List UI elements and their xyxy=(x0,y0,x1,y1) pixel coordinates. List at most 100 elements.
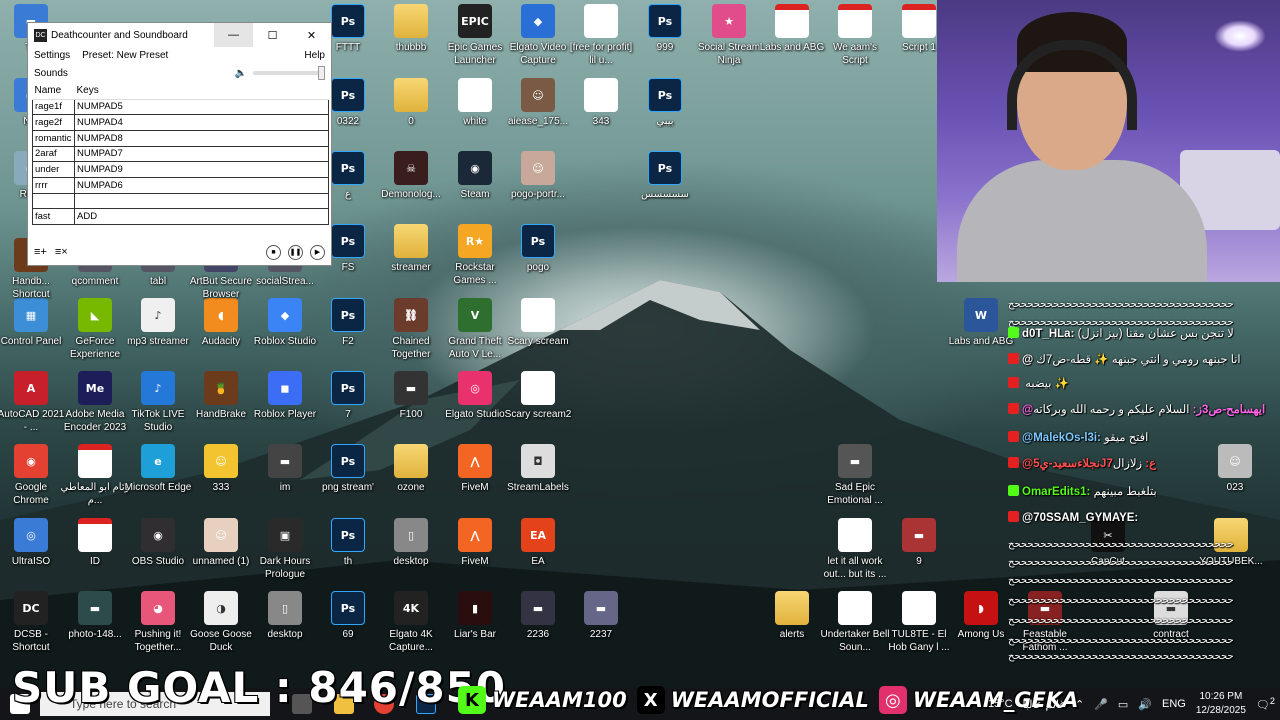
speaker-icon[interactable]: 🔈 xyxy=(235,68,247,79)
desktop-icon[interactable]: ▬ im xyxy=(250,444,320,494)
desktop-icon[interactable]: ◘ StreamLabels xyxy=(503,444,573,494)
weather-temp[interactable]: 15°C xyxy=(983,698,1018,710)
desktop-icon[interactable]: ⋀ FiveM xyxy=(440,518,510,568)
desktop-icon[interactable]: Ps F2 xyxy=(313,298,383,348)
network-icon[interactable]: ▭ xyxy=(1113,698,1133,711)
desktop-icon[interactable]: white xyxy=(440,78,510,128)
add-sound-icon[interactable]: ≡+ xyxy=(34,246,47,258)
language-indicator[interactable]: ENG xyxy=(1157,698,1191,710)
desktop-icon[interactable]: alerts xyxy=(757,591,827,641)
desktop-icon[interactable]: ▯ desktop xyxy=(376,518,446,568)
maximize-button[interactable]: ☐ xyxy=(253,23,292,47)
desktop-icon[interactable]: e Microsoft Edge xyxy=(123,444,193,494)
desktop-icon[interactable]: ⋀ FiveM xyxy=(440,444,510,494)
sound-row[interactable]: under NUMPAD9 xyxy=(32,161,329,178)
desktop-icon[interactable]: ▬ Sad Epic Emotional ... xyxy=(820,444,890,507)
menu-preset[interactable]: Preset: New Preset xyxy=(82,50,168,61)
desktop-icon[interactable]: PDF وئام ابو المعاطي م... xyxy=(60,444,130,507)
desktop-icon[interactable]: ▣ Dark Hours Prologue xyxy=(250,518,320,581)
desktop-icon[interactable]: ▮ Liar's Bar xyxy=(440,591,510,641)
play-icon[interactable]: ▶ xyxy=(310,244,325,260)
menu-help[interactable]: Help xyxy=(304,50,325,61)
sound-row[interactable]: rrrr NUMPAD6 xyxy=(32,176,329,194)
desktop-icon[interactable]: ▶ TUL8TE - El Hob Gany l ... xyxy=(884,591,954,654)
desktop-icon[interactable]: R★ Rockstar Games ... xyxy=(440,224,510,287)
pause-icon[interactable]: ❚❚ xyxy=(288,244,303,260)
desktop-icon[interactable]: ▬ 2236 xyxy=(503,591,573,641)
desktop-icon[interactable]: W Labs and ABG xyxy=(946,298,1016,348)
desktop-icon[interactable]: Ps 999 xyxy=(630,4,700,54)
deathcounter-soundboard-window[interactable]: DC Deathcounter and Soundboard — ☐ ✕ Set… xyxy=(27,22,332,266)
column-header-name[interactable]: Name xyxy=(32,83,75,100)
desktop-icon[interactable]: ◎ UltraISO xyxy=(0,518,66,568)
desktop-icon[interactable]: 🍍 HandBrake xyxy=(186,371,256,421)
tray-chevron-icon[interactable]: ⌃ xyxy=(1070,698,1089,711)
desktop-icon[interactable]: ▬ 9 xyxy=(884,518,954,568)
desktop-icon[interactable]: 0 xyxy=(376,78,446,128)
desktop-icon[interactable]: ☺ 333 xyxy=(186,444,256,494)
desktop-icon[interactable]: DC DCSB - Shortcut xyxy=(0,591,66,654)
mic-icon[interactable]: 🎤 xyxy=(1089,698,1113,711)
desktop-icon[interactable]: 4K Elgato 4K Capture... xyxy=(376,591,446,654)
desktop-icon[interactable]: ▦ Control Panel xyxy=(0,298,66,348)
desktop-icon[interactable]: ♪ TikTok LIVE Studio xyxy=(123,371,193,434)
desktop-icon[interactable]: ▶ 343 xyxy=(566,78,636,128)
volume-icon[interactable]: 🔊 xyxy=(1133,698,1157,711)
desktop-icon[interactable]: ◉ OBS Studio xyxy=(123,518,193,568)
desktop-icon[interactable]: EA EA xyxy=(503,518,573,568)
window-titlebar[interactable]: DC Deathcounter and Soundboard — ☐ ✕ xyxy=(28,23,331,47)
clock[interactable]: 10:26 PM 12/28/2025 xyxy=(1191,690,1251,718)
desktop-icon[interactable]: ▶ Undertaker Bell Soun... xyxy=(820,591,890,654)
desktop-icon[interactable]: EPIC Epic Games Launcher xyxy=(440,4,510,67)
desktop-icon[interactable]: ◣ GeForce Experience xyxy=(60,298,130,361)
desktop-icon[interactable]: Ps 7 xyxy=(313,371,383,421)
desktop-icon[interactable]: ◉ Steam xyxy=(440,151,510,201)
desktop-icon[interactable]: ▶ Scary scream2 xyxy=(503,371,573,421)
desktop-icon[interactable]: PDF We aam's Script xyxy=(820,4,890,67)
desktop-icon[interactable]: ☠ Demonolog... xyxy=(376,151,446,201)
desktop-icon[interactable]: ozone xyxy=(376,444,446,494)
desktop-icon[interactable]: Ps th xyxy=(313,518,383,568)
volume-slider[interactable] xyxy=(253,66,325,80)
notifications-icon[interactable]: 🗨2 xyxy=(1251,696,1280,712)
weather-desc[interactable]: غائم عالبًا xyxy=(1018,698,1070,711)
desktop-icon[interactable]: ▬ 2237 xyxy=(566,591,636,641)
desktop-icon[interactable]: A AutoCAD 2021 - ... xyxy=(0,371,66,434)
desktop-icon[interactable]: ♪ mp3 streamer xyxy=(123,298,193,348)
sound-row[interactable]: rage1f NUMPAD5 xyxy=(32,98,329,116)
close-button[interactable]: ✕ xyxy=(292,23,331,47)
desktop-icon[interactable]: ◕ Pushing it! Together... xyxy=(123,591,193,654)
desktop-icon[interactable]: ◼ Roblox Player xyxy=(250,371,320,421)
column-header-keys[interactable]: Keys xyxy=(74,83,329,100)
desktop-icon[interactable]: Ps png stream' xyxy=(313,444,383,494)
desktop-icon[interactable]: ◖ Audacity xyxy=(186,298,256,348)
desktop-icon[interactable]: ◆ Elgato Video Capture xyxy=(503,4,573,67)
sound-row[interactable]: fast ADD xyxy=(32,208,329,225)
desktop-icon[interactable]: Ps سسسسس xyxy=(630,151,700,201)
sound-row[interactable]: rage2f NUMPAD4 xyxy=(32,114,329,131)
desktop-icon[interactable]: Me Adobe Media Encoder 2023 xyxy=(60,371,130,434)
desktop-icon[interactable]: ◑ Goose Goose Duck xyxy=(186,591,256,654)
desktop-icon[interactable]: thubbb xyxy=(376,4,446,54)
desktop-icon[interactable]: ◎ Elgato Studio xyxy=(440,371,510,421)
menu-settings[interactable]: Settings xyxy=(34,50,70,61)
desktop-icon[interactable]: PDF ID xyxy=(60,518,130,568)
desktop-icon[interactable]: ◉ Google Chrome xyxy=(0,444,66,507)
desktop-icon[interactable]: Ps 69 xyxy=(313,591,383,641)
sound-row[interactable]: 2araf NUMPAD7 xyxy=(32,145,329,163)
desktop-icon[interactable]: ⛓ Chained Together xyxy=(376,298,446,361)
minimize-button[interactable]: — xyxy=(214,23,253,47)
desktop-icon[interactable]: ▯ desktop xyxy=(250,591,320,641)
desktop-icon[interactable]: Ps بيبي xyxy=(630,78,700,128)
desktop-icon[interactable]: Ps pogo xyxy=(503,224,573,274)
desktop-icon[interactable]: ◆ Roblox Studio xyxy=(250,298,320,348)
desktop-icon[interactable]: ☺ unnamed (1) xyxy=(186,518,256,568)
sound-row[interactable]: romantic NUMPAD8 xyxy=(32,129,329,147)
desktop-icon[interactable]: ▶ let it all work out... but its ... xyxy=(820,518,890,581)
desktop-icon[interactable]: ▶ [free for profit] lil u... xyxy=(566,4,636,67)
volume-slider-knob[interactable] xyxy=(318,66,325,80)
desktop-icon[interactable]: PDF Labs and ABG xyxy=(757,4,827,54)
desktop-icon[interactable]: V Grand Theft Auto V Le... xyxy=(440,298,510,361)
desktop-icon[interactable]: ▬ photo-148... xyxy=(60,591,130,641)
desktop-icon[interactable]: ★ Social Stream Ninja xyxy=(694,4,764,67)
